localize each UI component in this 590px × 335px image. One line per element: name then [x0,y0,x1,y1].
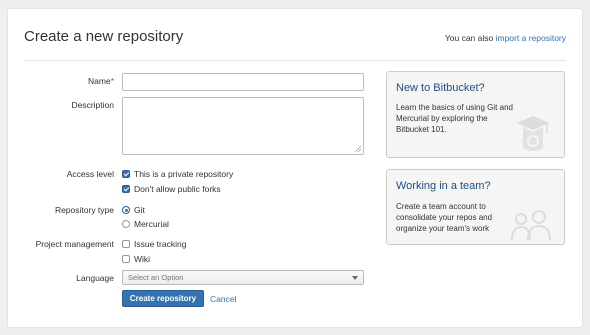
description-label: Description [71,100,114,110]
project-mgmt-label: Project management [35,239,114,249]
import-prefix: You can also [444,33,494,43]
name-input[interactable] [122,73,364,91]
wiki-label: Wiki [134,254,151,264]
header-divider [24,60,566,61]
create-repo-panel: Create a new repository You can also imp… [7,8,583,328]
working-in-team-card: Working in a team? Create a team account… [386,169,565,245]
forks-option[interactable]: Don't allow public forks [122,184,221,194]
repo-type-label: Repository type [54,205,114,215]
new-to-bitbucket-card: New to Bitbucket? Learn the basics of us… [386,71,565,158]
forks-label: Don't allow public forks [134,184,221,194]
language-select-value: Select an Option [128,273,184,282]
required-marker: * [110,76,114,86]
import-repository-link[interactable]: import a repository [496,33,566,43]
mercurial-label: Mercurial [134,219,169,229]
git-label: Git [134,205,145,215]
team-icon [511,210,551,241]
language-select[interactable]: Select an Option [122,270,364,285]
page-title: Create a new repository [24,28,184,45]
mercurial-option[interactable]: Mercurial [122,219,169,229]
language-label: Language [76,273,114,283]
resize-grip-icon[interactable] [355,146,361,152]
wiki-checkbox[interactable] [122,255,130,263]
import-prompt: You can also import a repository [445,33,566,43]
private-label: This is a private repository [134,169,234,179]
forks-checkbox[interactable] [122,185,130,193]
issue-tracking-checkbox[interactable] [122,240,130,248]
private-option[interactable]: This is a private repository [122,169,233,179]
graduation-cap-icon [517,116,549,151]
description-textarea[interactable] [122,97,364,155]
git-option[interactable]: Git [122,205,145,215]
card-title-new-to-bitbucket[interactable]: New to Bitbucket? [396,82,485,94]
dropdown-arrow-icon [352,276,358,280]
git-radio[interactable] [122,206,130,214]
card-title-working-in-team[interactable]: Working in a team? [396,180,491,192]
mercurial-radio[interactable] [122,220,130,228]
card-body-working-in-team: Create a team account to consolidate you… [396,202,493,233]
create-repository-button[interactable]: Create repository [122,290,204,307]
wiki-option[interactable]: Wiki [122,254,150,264]
name-label: Name* [88,76,114,86]
issue-tracking-option[interactable]: Issue tracking [122,239,186,249]
card-body-new-to-bitbucket: Learn the basics of using Git and Mercur… [396,103,513,134]
issue-tracking-label: Issue tracking [134,239,187,249]
access-level-label: Access level [66,169,114,179]
private-checkbox[interactable] [122,170,130,178]
cancel-link[interactable]: Cancel [210,294,236,304]
